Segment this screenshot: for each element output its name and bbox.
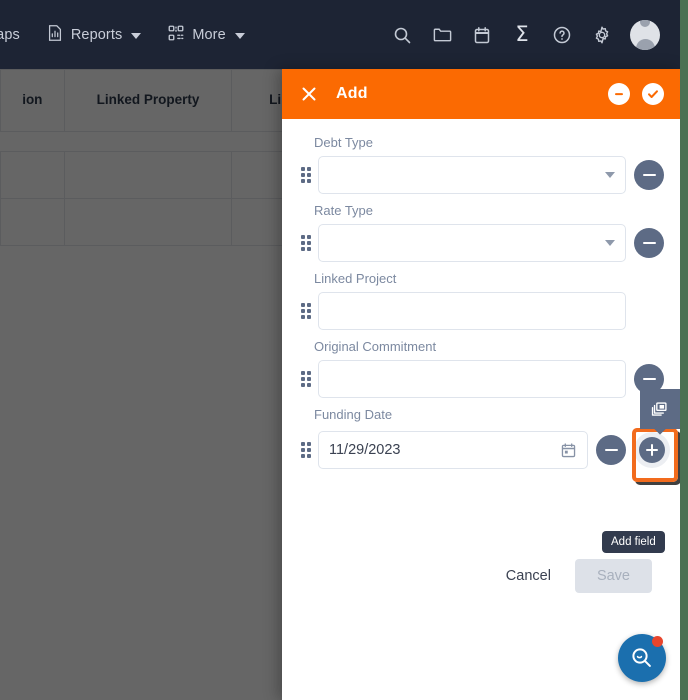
calendar-icon[interactable] <box>470 23 494 47</box>
minus-circle-icon[interactable] <box>608 83 630 105</box>
drag-handle-icon[interactable] <box>298 233 314 253</box>
debt-type-select[interactable] <box>318 156 626 194</box>
report-chart-icon <box>46 24 64 46</box>
sigma-icon[interactable]: Σ <box>510 23 534 47</box>
drag-handle-icon[interactable] <box>298 440 314 460</box>
rate-type-select[interactable] <box>318 224 626 262</box>
avatar-silhouette <box>630 19 660 50</box>
nav-item-label: More <box>192 26 226 43</box>
search-assistant-fab[interactable] <box>618 634 666 682</box>
remove-field-button-placeholder <box>634 296 664 326</box>
field-label: Linked Project <box>314 271 397 286</box>
field-value: 11/29/2023 <box>329 442 401 458</box>
drag-handle-icon[interactable] <box>298 369 314 389</box>
chevron-down-icon <box>605 240 615 246</box>
field-label: Rate Type <box>314 203 374 218</box>
close-icon[interactable] <box>298 83 320 105</box>
check-circle-icon[interactable] <box>642 83 664 105</box>
nav-item-maps[interactable]: Maps <box>0 0 33 69</box>
field-row-rate-type: Rate Type <box>282 203 680 262</box>
remove-field-button[interactable] <box>634 160 664 190</box>
screen-root: ion Linked Property Linked Project Maps <box>0 0 688 700</box>
qr-grid-icon <box>167 24 185 46</box>
nav-item-label: Reports <box>70 26 123 43</box>
top-navigation-bar: Maps Reports <box>0 0 680 69</box>
chevron-down-icon <box>131 32 142 39</box>
nav-item-reports[interactable]: Reports <box>33 0 154 69</box>
field-line <box>298 360 664 398</box>
original-commitment-input[interactable] <box>318 360 626 398</box>
remove-field-button[interactable] <box>634 228 664 258</box>
cancel-button[interactable]: Cancel <box>496 560 561 592</box>
field-row-funding-date: Funding Date 11/29/2023 <box>282 407 680 482</box>
add-field-button[interactable] <box>634 432 670 468</box>
avatar[interactable] <box>630 19 660 50</box>
field-label: Original Commitment <box>314 339 437 354</box>
nav-item-more[interactable]: More <box>154 0 257 69</box>
linked-project-input[interactable] <box>318 292 626 330</box>
nav-right-group: Σ <box>390 19 680 50</box>
right-edge-strip <box>680 0 688 700</box>
nav-left-group: Maps Reports <box>0 0 258 69</box>
modal-header-actions <box>608 83 664 105</box>
field-line <box>298 292 664 330</box>
funding-date-input[interactable]: 11/29/2023 <box>318 431 588 469</box>
chevron-down-icon <box>234 32 245 39</box>
duplicate-icon[interactable] <box>640 389 680 429</box>
drag-handle-icon[interactable] <box>298 165 314 185</box>
add-record-modal: Add Debt Type Rate Type Linked Project O… <box>282 69 680 700</box>
help-icon[interactable] <box>550 23 574 47</box>
modal-title: Add <box>336 85 368 102</box>
search-icon[interactable] <box>390 23 414 47</box>
modal-body: Debt Type Rate Type Linked Project Origi… <box>282 119 680 700</box>
folder-icon[interactable] <box>430 23 454 47</box>
field-line <box>298 224 664 262</box>
remove-field-button[interactable] <box>596 435 626 465</box>
add-field-tooltip: Add field <box>602 531 665 553</box>
nav-item-label: Maps <box>0 26 20 43</box>
gear-icon[interactable] <box>590 23 614 47</box>
save-button[interactable]: Save <box>574 559 652 593</box>
add-field-button-wrapper <box>630 428 678 482</box>
calendar-icon[interactable] <box>560 442 577 459</box>
field-row-linked-project: Linked Project <box>282 271 680 330</box>
field-row-debt-type: Debt Type <box>282 135 680 194</box>
plus-icon <box>639 437 665 463</box>
field-label: Funding Date <box>314 407 393 422</box>
field-line: 11/29/2023 <box>298 428 678 482</box>
field-label: Debt Type <box>314 135 374 150</box>
field-line <box>298 156 664 194</box>
modal-header: Add <box>282 69 680 119</box>
chevron-down-icon <box>605 172 615 178</box>
drag-handle-icon[interactable] <box>298 301 314 321</box>
sigma-glyph: Σ <box>515 22 529 46</box>
field-row-original-commitment: Original Commitment <box>282 339 680 398</box>
modal-footer: Cancel Save <box>282 559 680 593</box>
notification-dot <box>652 636 663 647</box>
